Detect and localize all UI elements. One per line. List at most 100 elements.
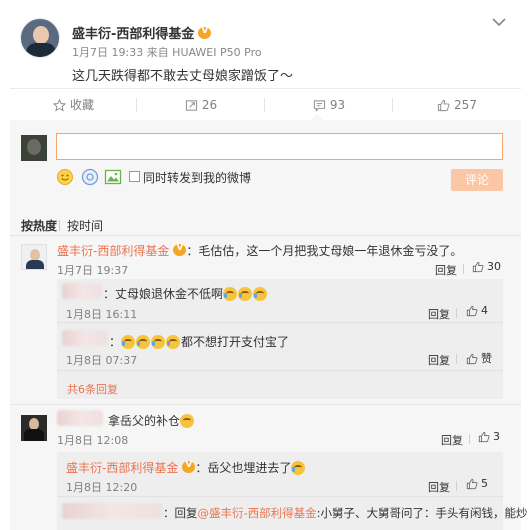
blurred-username [62, 283, 102, 299]
reply-text: :小舅子、大舅哥问了：手头有闲钱，能炒 [316, 506, 528, 520]
reply-text-tail: 都不想打开支付宝了 [181, 335, 290, 349]
emoji-icon[interactable] [56, 168, 74, 186]
like-count: 257 [454, 98, 477, 112]
blurred-username [62, 330, 108, 346]
reply-button[interactable]: 回复 [441, 432, 463, 448]
comment-time: 1月7日 19:37 [57, 264, 129, 277]
post-author[interactable]: 盛丰衍-西部利得基金 [72, 23, 212, 42]
verified-badge-icon [182, 460, 196, 473]
comment-text: ：毛估估，这一个月把我丈母娘一年退休金亏没了。 [186, 244, 463, 258]
action-divider [456, 481, 457, 491]
reply-text: ：岳父也埋进去了 [195, 461, 292, 475]
topic-icon[interactable] [81, 168, 99, 186]
commenter-avatar[interactable] [21, 244, 47, 270]
sort-by-time-tab[interactable]: 按时间 [67, 217, 103, 234]
divider [10, 404, 521, 405]
comment-count: 93 [329, 98, 346, 112]
thumbs-up-icon [466, 305, 478, 317]
crying-laugh-emoji-icon [238, 287, 253, 301]
action-divider [463, 264, 464, 274]
crying-laugh-emoji-icon [166, 335, 181, 349]
also-post-checkbox[interactable] [129, 171, 140, 182]
reply-prefix: ：回复 [163, 506, 198, 520]
comment-like-count: 3 [493, 430, 500, 443]
thumbs-up-icon [478, 431, 490, 443]
crying-laugh-emoji-icon [253, 287, 268, 301]
comment-icon [313, 100, 325, 112]
reply-like-button[interactable]: 5 [466, 477, 488, 490]
chevron-down-icon[interactable] [491, 14, 507, 30]
commenter-avatar[interactable] [21, 415, 47, 441]
crying-laugh-emoji-icon [291, 461, 306, 475]
mention-link[interactable]: @盛丰衍-西部利得基金 [198, 506, 317, 520]
divider [57, 370, 503, 371]
thumbs-up-icon [437, 99, 450, 112]
image-icon[interactable] [104, 168, 122, 186]
smile-emoji-icon [180, 414, 195, 428]
reply-body: ：回复@盛丰衍-西部利得基金:小舅子、大舅哥问了：手头有闲钱，能炒 [163, 505, 528, 521]
comment-like-count: 30 [487, 260, 501, 273]
action-divider [456, 354, 457, 364]
reply-text: ： [109, 335, 122, 349]
forward-count: 26 [201, 98, 218, 112]
commenter-name[interactable]: 盛丰衍-西部利得基金 [57, 244, 169, 258]
divider [57, 496, 503, 497]
forward-button[interactable]: 26 [137, 89, 265, 121]
submit-comment-button[interactable]: 评论 [451, 169, 503, 191]
comment-time: 1月8日 12:08 [57, 434, 129, 447]
comment-input[interactable] [56, 133, 503, 160]
comment-like-button[interactable]: 30 [472, 260, 501, 273]
also-post-label: 同时转发到我的微博 [143, 171, 252, 185]
divider [10, 235, 521, 236]
reply-body: 盛丰衍-西部利得基金 ：岳父也埋进去了 [66, 459, 306, 476]
reply-like-count: 5 [481, 477, 488, 490]
verified-badge-icon [198, 26, 212, 39]
reply-author-name[interactable]: 盛丰衍-西部利得基金 [66, 461, 178, 475]
blurred-username [62, 503, 162, 519]
reply-button[interactable]: 回复 [428, 352, 450, 368]
sort-divider [59, 220, 60, 231]
star-icon [52, 98, 67, 112]
post-text: 这几天跌得都不敢去丈母娘家蹭饭了～ [72, 69, 294, 84]
reply-body: ： 都不想打开支付宝了 [109, 333, 289, 350]
like-button[interactable]: 257 [393, 89, 521, 121]
reply-like-button[interactable]: 4 [466, 304, 488, 317]
reply-text: ：丈母娘退休金不低啊 [103, 287, 224, 301]
thumbs-up-icon [466, 478, 478, 490]
post-author-name[interactable]: 盛丰衍-西部利得基金 [72, 27, 194, 42]
more-replies-link[interactable]: 共6条回复 [67, 381, 118, 397]
my-avatar[interactable] [21, 135, 47, 161]
reply-button[interactable]: 回复 [435, 262, 457, 278]
comment-body: 拿岳父的补仓 [108, 412, 195, 429]
comment-text: 拿岳父的补仓 [108, 414, 181, 428]
reply-time: 1月8日 07:37 [66, 354, 138, 367]
comment-button[interactable]: 93 [265, 89, 393, 121]
post-meta: 1月7日 19:33 来自 HUAWEI P50 Pro [72, 46, 262, 59]
reply-time: 1月8日 12:20 [66, 481, 138, 494]
reply-like-count: 赞 [481, 352, 492, 365]
verified-badge-icon [173, 243, 187, 256]
favorite-label: 收藏 [69, 98, 94, 112]
favorite-button[interactable]: 收藏 [10, 89, 137, 121]
crying-laugh-emoji-icon [223, 287, 238, 301]
thumbs-up-icon [466, 353, 478, 365]
comment-body: 盛丰衍-西部利得基金 ：毛估估，这一个月把我丈母娘一年退休金亏没了。 [57, 242, 462, 259]
crying-laugh-emoji-icon [121, 335, 136, 349]
action-bar: 收藏 26 93 257 [10, 88, 521, 120]
action-divider [456, 308, 457, 318]
author-avatar[interactable] [20, 18, 60, 58]
reply-like-button[interactable]: 赞 [466, 350, 492, 366]
crying-laugh-emoji-icon [151, 335, 166, 349]
blurred-username [57, 410, 103, 426]
reply-button[interactable]: 回复 [428, 479, 450, 495]
divider [57, 322, 503, 323]
reply-button[interactable]: 回复 [428, 306, 450, 322]
reply-time: 1月8日 16:11 [66, 308, 138, 321]
crying-laugh-emoji-icon [136, 335, 151, 349]
forward-icon [185, 100, 197, 111]
reply-body: ：丈母娘退休金不低啊 [103, 285, 268, 302]
thumbs-up-icon [472, 261, 484, 273]
comment-like-button[interactable]: 3 [478, 430, 500, 443]
reply-like-count: 4 [481, 304, 488, 317]
sort-by-hot-tab[interactable]: 按热度 [21, 217, 57, 234]
